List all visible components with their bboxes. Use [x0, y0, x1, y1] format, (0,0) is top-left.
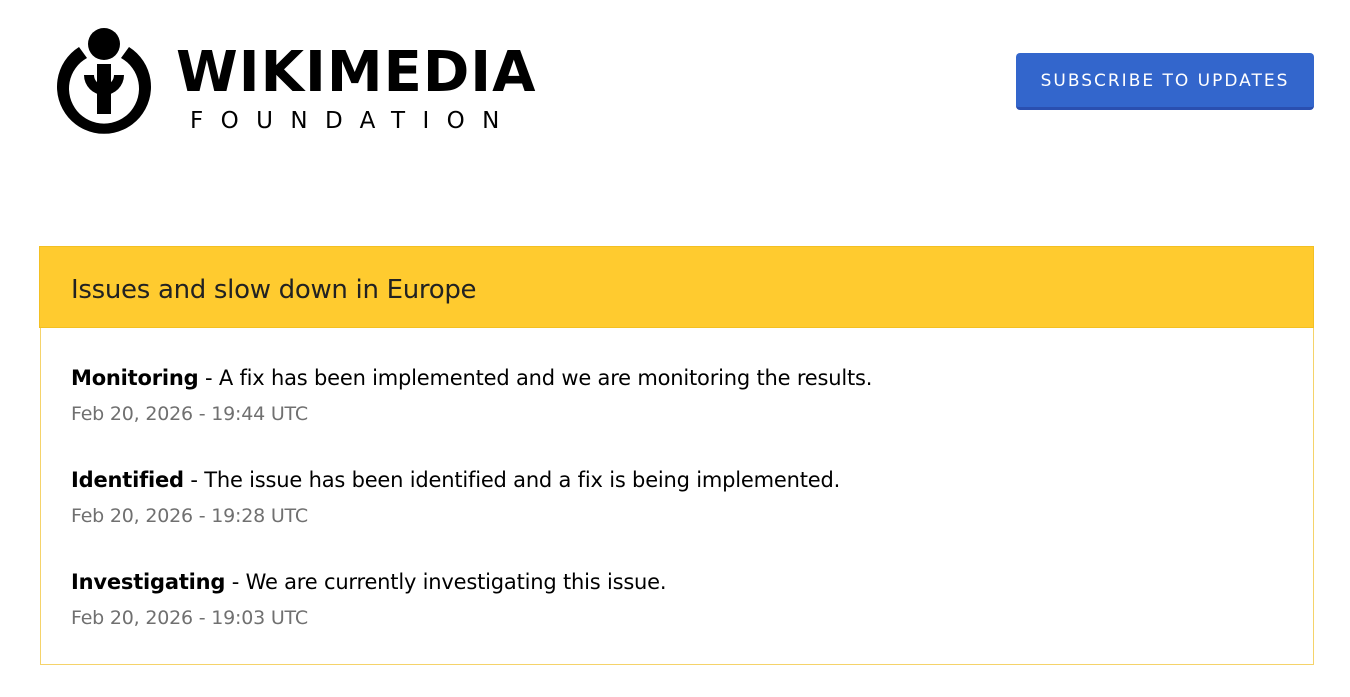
update-message: We are currently investigating this issu… [245, 570, 667, 594]
incident-card: Issues and slow down in Europe Monitorin… [39, 246, 1314, 665]
logo-wordmark: WIKIMEDIA [176, 40, 537, 105]
update-status: Identified [71, 468, 184, 492]
wikimedia-logo-icon [57, 28, 151, 134]
wikimedia-foundation-logo[interactable]: WIKIMEDIA FOUNDATION [49, 27, 536, 137]
update-message: The issue has been identified and a fix … [204, 468, 841, 492]
update-separator: - [225, 570, 246, 594]
incident-updates: Monitoring - A fix has been implemented … [40, 328, 1314, 665]
logo-subtitle: FOUNDATION [190, 108, 517, 134]
status-page: WIKIMEDIA FOUNDATION SUBSCRIBE TO UPDATE… [0, 0, 1350, 697]
update-text: Monitoring - A fix has been implemented … [71, 363, 1313, 393]
update-timestamp: Feb 20, 2026 - 19:44 UTC [71, 403, 308, 425]
update-timestamp: Feb 20, 2026 - 19:28 UTC [71, 505, 308, 527]
update-timestamp: Feb 20, 2026 - 19:03 UTC [71, 607, 308, 629]
logo-text: WIKIMEDIA FOUNDATION [176, 31, 536, 133]
incident-title[interactable]: Issues and slow down in Europe [71, 275, 477, 305]
incident-update: Monitoring - A fix has been implemented … [71, 363, 1313, 465]
update-text: Investigating - We are currently investi… [71, 567, 1313, 597]
update-text: Identified - The issue has been identifi… [71, 465, 1313, 495]
update-message: A fix has been implemented and we are mo… [218, 366, 873, 390]
update-separator: - [198, 366, 219, 390]
incident-update: Identified - The issue has been identifi… [71, 465, 1313, 567]
update-status: Investigating [71, 570, 226, 594]
incident-header: Issues and slow down in Europe [39, 246, 1314, 328]
update-separator: - [183, 468, 205, 492]
subscribe-button[interactable]: SUBSCRIBE TO UPDATES [1016, 53, 1314, 110]
incident-update: Investigating - We are currently investi… [71, 567, 1313, 669]
update-status: Monitoring [71, 366, 199, 390]
